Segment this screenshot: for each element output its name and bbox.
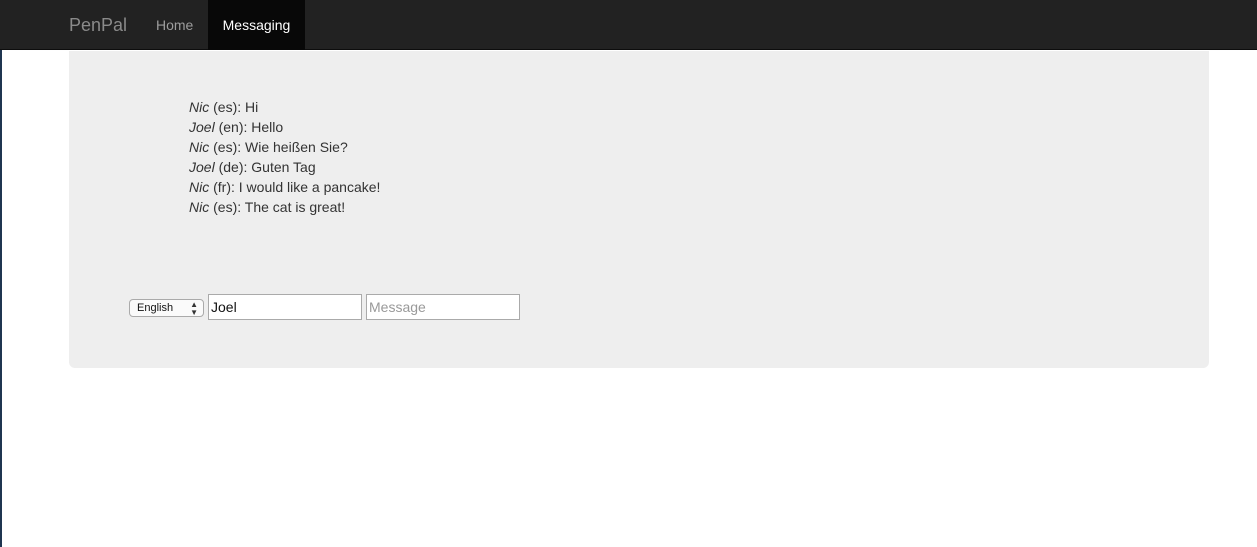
message-language: (es): [213,139,242,155]
message-sender: Joel [189,119,215,135]
window-left-edge [0,0,2,547]
brand-link[interactable]: PenPal [69,0,127,50]
message-sender: Nic [189,199,210,215]
message-text: Hi [245,99,259,115]
message-item: Nic (es): The cat is great! [189,197,380,217]
message-language: (en): [218,119,248,135]
message-item: Joel (en): Hello [189,117,380,137]
message-sender: Nic [189,139,210,155]
nav-item-messaging[interactable]: Messaging [208,0,305,50]
language-select-value: English [137,302,174,314]
navbar: PenPal Home Messaging [0,0,1257,50]
message-sender: Nic [189,99,210,115]
message-text: The cat is great! [244,199,346,215]
message-item: Nic (fr): I would like a pancake! [189,177,380,197]
language-select[interactable]: English ▲ ▼ [129,299,204,317]
name-input[interactable] [208,294,362,320]
nav-item-home[interactable]: Home [156,0,193,50]
message-input[interactable] [366,294,520,320]
message-sender: Joel [189,159,215,175]
message-item: Nic (es): Wie heißen Sie? [189,137,380,157]
message-text: Guten Tag [251,159,316,175]
message-sender: Nic [189,179,210,195]
select-arrows-icon: ▲ ▼ [190,300,198,317]
message-text: Hello [251,119,284,135]
message-language: (es): [213,99,242,115]
messaging-panel: Nic (es): Hi Joel (en): Hello Nic (es): … [69,51,1209,368]
message-text: Wie heißen Sie? [245,139,348,155]
message-text: I would like a pancake! [238,179,381,195]
message-item: Joel (de): Guten Tag [189,157,380,177]
message-language: (es): [213,199,242,215]
message-language: (fr): [213,179,235,195]
message-language: (de): [218,159,248,175]
message-item: Nic (es): Hi [189,97,380,117]
message-list: Nic (es): Hi Joel (en): Hello Nic (es): … [189,97,380,217]
